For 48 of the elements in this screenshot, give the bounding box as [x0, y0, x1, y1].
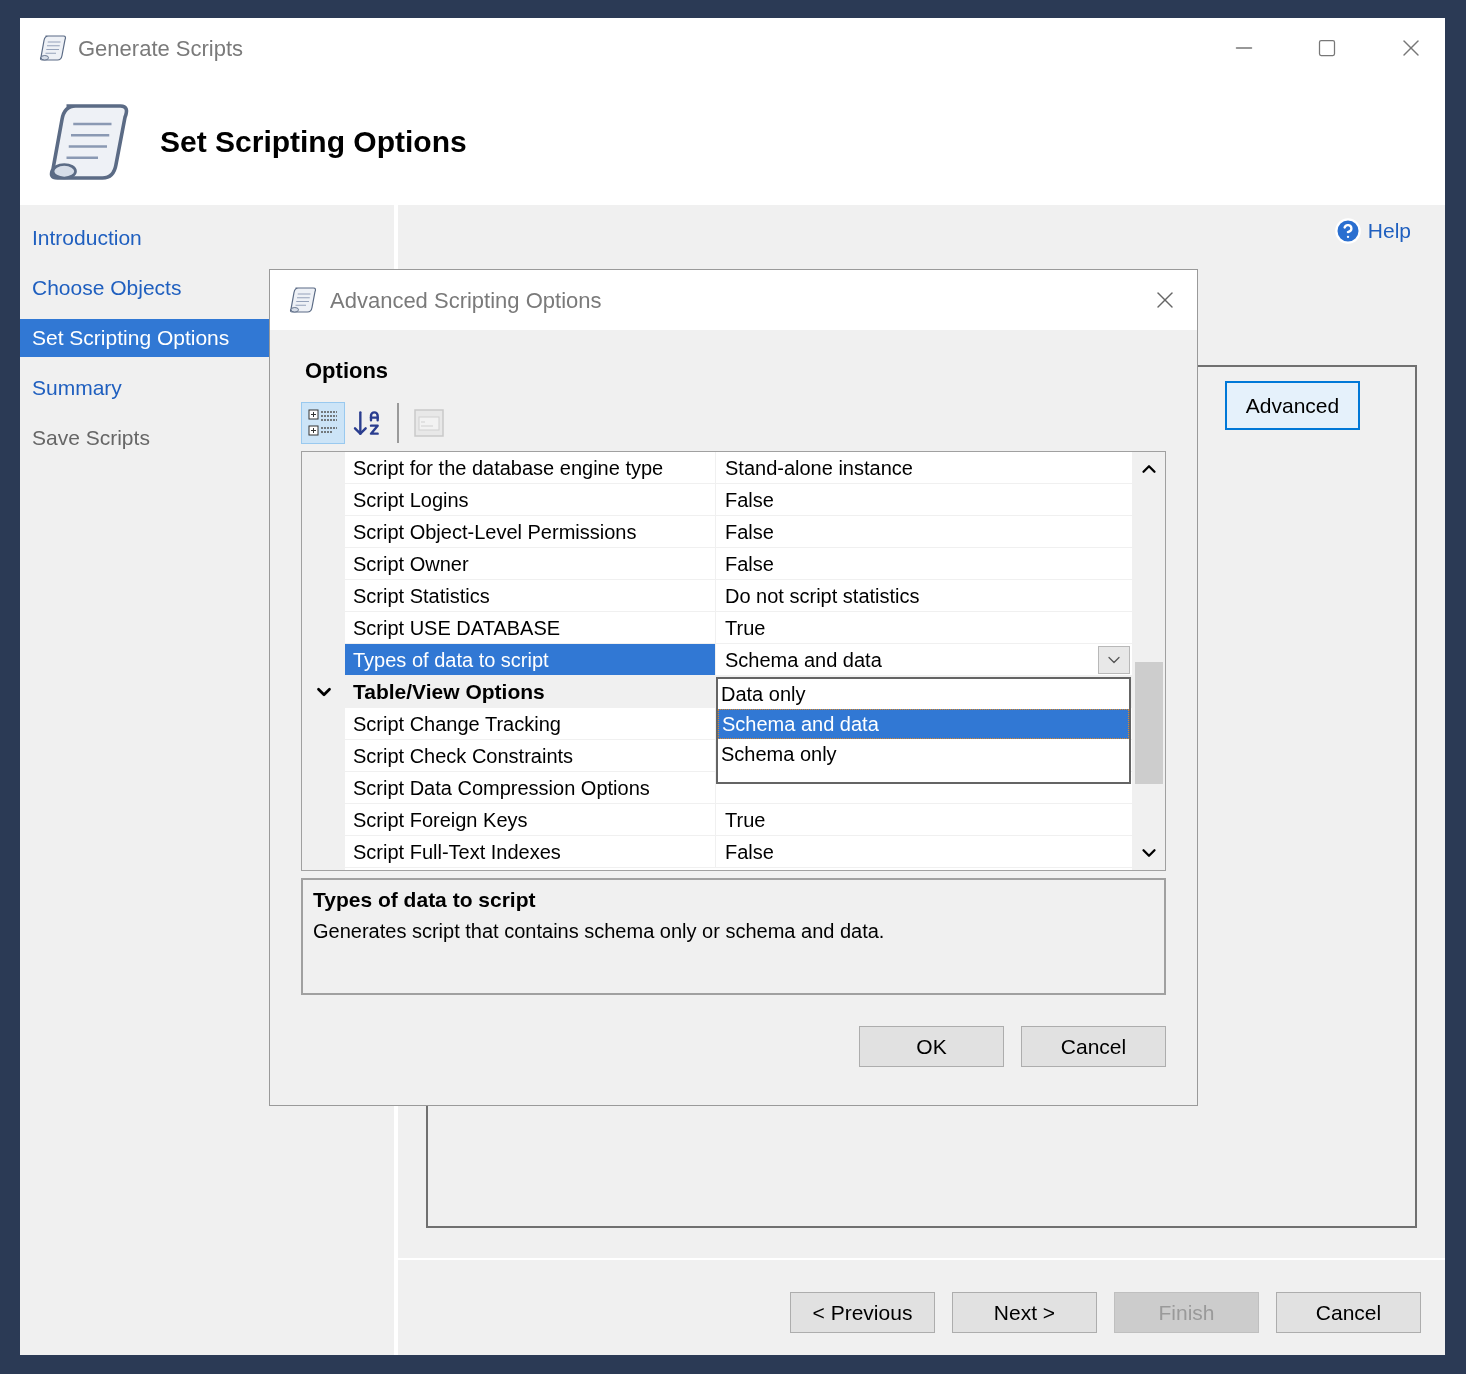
sidebar-item[interactable]: Set Scripting Options	[20, 319, 270, 357]
scroll-icon	[288, 285, 318, 315]
property-name[interactable]: Types of data to script	[345, 644, 716, 676]
property-value: False	[724, 519, 774, 545]
property-pages-icon	[413, 408, 445, 438]
description-text: Generates script that contains schema only or schema and data.	[313, 918, 886, 944]
property-name[interactable]: Script Change Tracking	[345, 708, 716, 740]
dropdown-button[interactable]	[1098, 645, 1130, 674]
dialog-button[interactable]: OK	[859, 1026, 1004, 1067]
page-heading: Set Scripting Options	[160, 124, 467, 160]
description-title: Types of data to script	[313, 887, 537, 913]
nav-button[interactable]: < Previous	[790, 1292, 935, 1333]
scroll-thumb[interactable]	[1134, 662, 1163, 784]
nav-button[interactable]: Cancel	[1276, 1292, 1421, 1333]
help-icon	[1333, 217, 1362, 245]
property-name[interactable]: Script Full-Text Indexes	[345, 836, 716, 868]
property-name[interactable]: Script Object-Level Permissions	[345, 516, 716, 548]
property-name[interactable]: Script Check Constraints	[345, 740, 716, 772]
dropdown-option[interactable]: Schema only	[718, 739, 1129, 769]
advanced-button[interactable]: Advanced	[1225, 381, 1360, 430]
sidebar-item[interactable]: Summary	[20, 369, 270, 407]
dropdown-option[interactable]: Schema and data	[718, 709, 1129, 739]
property-name[interactable]: Script for the database engine type	[345, 452, 716, 484]
property-name[interactable]: Script Statistics	[345, 580, 716, 612]
property-value: False	[724, 551, 774, 577]
sidebar-item[interactable]: Introduction	[20, 219, 270, 257]
property-value: False	[724, 487, 774, 513]
help-link[interactable]: Help	[1333, 213, 1411, 249]
scroll-icon	[38, 33, 68, 63]
property-value: True	[724, 615, 766, 641]
property-value: Stand-alone instance	[724, 455, 913, 481]
property-value: Schema and data	[724, 647, 882, 673]
section-label: Options	[304, 357, 390, 385]
window-title: Generate Scripts	[78, 34, 244, 63]
property-name[interactable]: Script Foreign Keys	[345, 804, 716, 836]
nav-button[interactable]: Next >	[952, 1292, 1097, 1333]
property-value: True	[724, 807, 766, 833]
property-value: Do not script statistics	[724, 583, 920, 609]
toolbar-button[interactable]	[301, 402, 345, 444]
maximize-icon[interactable]	[1317, 38, 1337, 58]
property-name[interactable]: Script Logins	[345, 484, 716, 516]
dialog-button[interactable]: Cancel	[1021, 1026, 1166, 1067]
dropdown-option[interactable]: Data only	[718, 679, 1129, 709]
sidebar-item[interactable]: Choose Objects	[20, 269, 270, 307]
property-name[interactable]: Script Owner	[345, 548, 716, 580]
property-value: False	[724, 839, 774, 865]
property-name[interactable]: Script Data Compression Options	[345, 772, 716, 804]
dialog-title: Advanced Scripting Options	[330, 286, 602, 315]
